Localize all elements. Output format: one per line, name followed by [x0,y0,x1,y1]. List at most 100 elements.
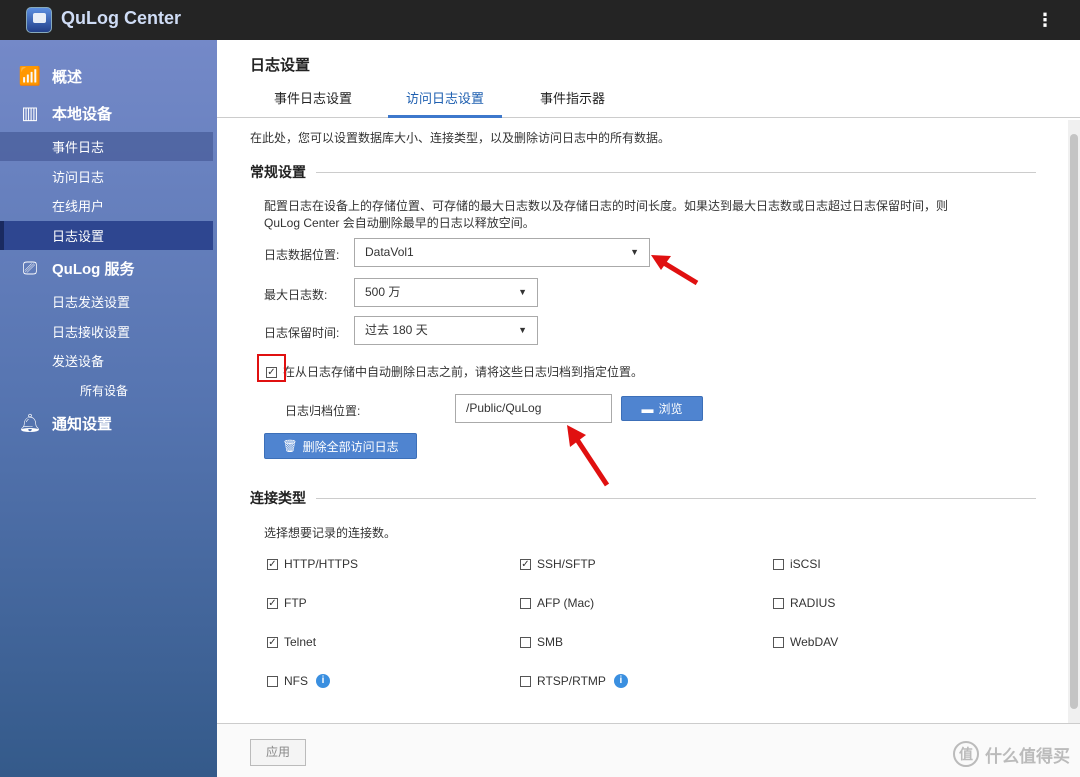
connection-option[interactable]: NFS i [267,674,330,688]
qulog-logo-icon [26,7,52,33]
connection-checkbox[interactable]: ✓ [267,597,278,609]
general-desc-1: 配置日志在设备上的存储位置、可存储的最大日志数以及存储日志的时间长度。如果达到最… [264,199,949,213]
sidebar-item-log-receive[interactable]: 日志接收设置 [0,317,213,346]
general-heading: 常规设置 [250,162,1036,182]
connection-label: RTSP/RTMP [537,674,606,688]
button-label: 浏览 [658,402,683,416]
sidebar-item-log-settings[interactable]: 日志设置 [0,221,213,250]
connection-option[interactable]: AFP (Mac) [520,596,594,610]
connection-option[interactable]: ✓ FTP [267,596,307,610]
sidebar-label: QuLog 服务 [52,260,135,278]
connection-label: NFS [284,674,308,688]
top-bar: QuLog Center ⋮ [0,0,1080,40]
connection-checkbox[interactable] [773,636,784,648]
trash-icon: 🗑︎ [282,439,298,453]
location-select[interactable]: DataVol1 ▼ [354,238,650,267]
connection-checkbox[interactable] [520,597,531,609]
bell-icon: 🔔︎ [18,412,42,433]
connection-option[interactable]: iSCSI [773,557,821,571]
max-logs-select[interactable]: 500 万 ▼ [354,278,538,307]
annotation-arrow-icon [567,425,610,487]
devices-icon: ⎚ [22,257,38,278]
info-icon[interactable]: i [316,674,330,688]
sidebar-label: 概述 [52,68,83,86]
sidebar: 📶 概述 ▥ 本地设备 事件日志 访问日志 在线用户 日志设置 ⎚ QuLog 服务 … [0,40,217,777]
connection-checkbox[interactable] [773,597,784,609]
sidebar-item-log-send[interactable]: 日志发送设置 [0,287,213,316]
footer-bar: 应用 [217,723,1080,777]
connection-checkbox[interactable]: ✓ [267,636,278,648]
connection-label: Telnet [284,635,317,649]
connection-label: HTTP/HTTPS [284,557,358,571]
connection-option[interactable]: RTSP/RTMP i [520,674,628,688]
connection-checkbox[interactable] [520,675,531,687]
connection-checkbox[interactable] [267,675,278,687]
location-label: 日志数据位置: [264,248,340,262]
connection-checkbox[interactable]: ✓ [520,558,531,570]
connection-checkbox[interactable] [520,636,531,648]
connection-label: iSCSI [790,557,821,571]
button-label: 删除全部访问日志 [302,439,399,454]
connection-label: AFP (Mac) [537,596,595,610]
connection-checkbox[interactable]: ✓ [267,558,278,570]
apply-button[interactable]: 应用 [250,739,306,766]
info-icon[interactable]: i [613,674,628,688]
folder-icon: ▬ [641,401,654,416]
sidebar-item-all-devices[interactable]: 所有设备 [0,376,213,405]
dropdown-arrow-icon: ▼ [630,247,639,257]
more-menu-icon[interactable]: ⋮ [1036,9,1054,31]
sidebar-item-access-log[interactable]: 访问日志 [0,162,213,191]
browse-button[interactable]: ▬ 浏览 [621,396,703,421]
archive-checkbox-label: 在从日志存储中自动删除日志之前，请将这些日志归档到指定位置。 [283,365,644,379]
connection-label: SMB [537,635,564,649]
chart-icon: 📶 [18,65,42,86]
connection-checkbox[interactable] [773,558,784,570]
select-value: DataVol1 [365,245,414,259]
connection-label: WebDAV [790,635,839,649]
intro-text: 在此处，您可以设置数据库大小、连接类型，以及删除访问日志中的所有数据。 [250,131,671,145]
sidebar-label: 通知设置 [52,415,113,433]
general-desc-2: QuLog Center 会自动删除最早的日志以释放空间。 [264,216,535,230]
monitor-icon: ▥ [21,102,39,123]
page-title: 日志设置 [250,57,311,74]
tab-event-indicator[interactable]: 事件指示器 [522,88,623,118]
dropdown-arrow-icon: ▼ [518,287,527,297]
archive-location-label: 日志归档位置: [285,404,361,418]
sidebar-item-qulog-service[interactable]: ⎚ QuLog 服务 [0,253,217,283]
scrollbar-thumb[interactable] [1070,134,1078,709]
retention-select[interactable]: 过去 180 天 ▼ [354,316,538,345]
main-content: 日志设置 事件日志设置 访问日志设置 事件指示器 在此处，您可以设置数据库大小、… [217,40,1080,777]
retention-label: 日志保留时间: [264,326,340,340]
sidebar-item-event-log[interactable]: 事件日志 [0,132,213,161]
connection-heading: 连接类型 [250,488,1036,508]
tab-access-log-settings[interactable]: 访问日志设置 [388,88,503,118]
tab-event-log-settings[interactable]: 事件日志设置 [256,88,370,118]
connection-option[interactable]: ✓ Telnet [267,635,316,649]
heading-text: 常规设置 [250,164,306,180]
tab-bar: 事件日志设置 访问日志设置 事件指示器 [217,88,1080,118]
archive-checkbox-row[interactable]: ✓ 在从日志存储中自动删除日志之前，请将这些日志归档到指定位置。 [266,363,643,380]
connection-label: FTP [284,596,307,610]
connection-label: SSH/SFTP [537,557,596,571]
annotation-arrow-icon [651,255,699,286]
scrollbar[interactable] [1068,120,1080,723]
delete-all-access-logs-button[interactable]: 🗑︎ 删除全部访问日志 [264,433,417,459]
sidebar-label: 本地设备 [52,105,113,123]
connection-option[interactable]: SMB [520,635,563,649]
sidebar-item-online-users[interactable]: 在线用户 [0,191,213,220]
watermark-logo-icon: 值 [953,741,979,767]
sidebar-item-local-device[interactable]: ▥ 本地设备 [0,98,217,128]
heading-text: 连接类型 [250,490,306,506]
sidebar-item-send-devices[interactable]: 发送设备 [0,346,213,375]
max-logs-label: 最大日志数: [264,288,328,302]
dropdown-arrow-icon: ▼ [518,325,527,335]
watermark-text: 什么值得买 [985,746,1070,766]
select-value: 500 万 [365,285,401,299]
connection-option[interactable]: RADIUS [773,596,835,610]
sidebar-item-overview[interactable]: 📶 概述 [0,61,217,91]
connection-option[interactable]: ✓ SSH/SFTP [520,557,596,571]
connection-option[interactable]: ✓ HTTP/HTTPS [267,557,358,571]
connection-option[interactable]: WebDAV [773,635,838,649]
sidebar-item-notification[interactable]: 🔔︎ 通知设置 [0,408,217,438]
archive-location-input[interactable]: /Public/QuLog [455,394,612,423]
